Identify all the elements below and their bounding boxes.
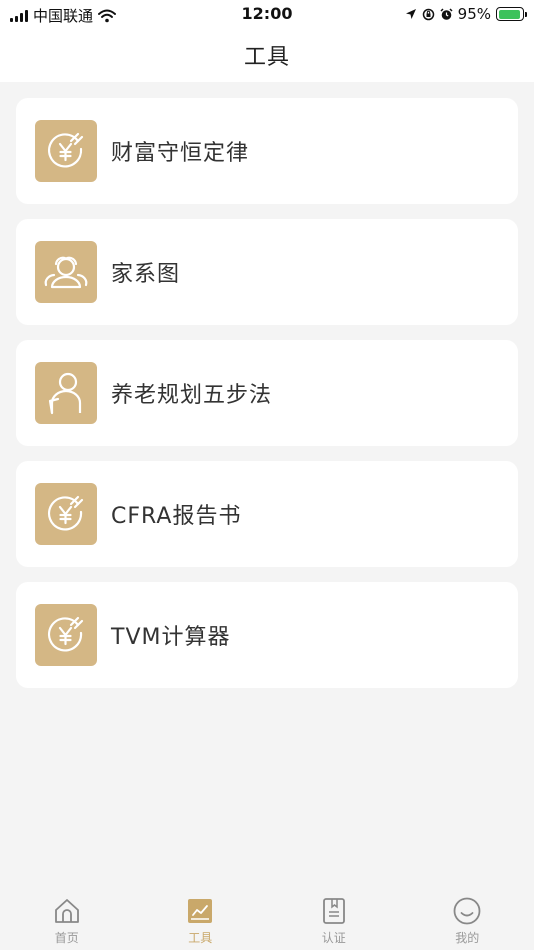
smiley-icon	[453, 897, 481, 925]
status-right: 95%	[405, 5, 527, 23]
battery-percent: 95%	[457, 5, 491, 23]
tool-list: 财富守恒定律 家系图 养老规划五步法 CFRA报告书 TVM计算器	[16, 98, 518, 703]
tab-icon-wrap	[52, 896, 82, 926]
nav-bar: 工具	[0, 28, 534, 82]
carrier-name: 中国联通	[33, 7, 94, 25]
tool-item-family-tree[interactable]: 家系图	[16, 219, 518, 325]
yen-coin-icon	[47, 616, 84, 652]
tool-icon-box	[35, 120, 97, 182]
tab-bar: 首页 工具 认证 我的	[0, 886, 534, 950]
document-icon	[322, 898, 345, 924]
status-left: 中国联通	[10, 5, 117, 26]
tool-item-tvm-calculator[interactable]: TVM计算器	[16, 582, 518, 688]
chart-icon	[188, 899, 213, 923]
home-icon	[54, 899, 79, 923]
wifi-icon	[98, 9, 117, 22]
signal-icon	[10, 9, 28, 22]
alarm-icon	[440, 7, 453, 20]
tool-icon-box	[35, 241, 97, 303]
location-arrow-icon	[405, 9, 416, 19]
elderly-person-icon	[48, 372, 82, 415]
family-icon	[44, 256, 88, 289]
orientation-lock-icon	[422, 8, 434, 20]
tool-icon-box	[35, 362, 97, 424]
page-title: 工具	[243, 45, 290, 70]
status-bar: 中国联通 12:00 95%	[0, 0, 534, 28]
tab-home[interactable]: 首页	[0, 886, 134, 950]
tab-icon-wrap	[185, 896, 215, 926]
tool-item-retirement-planning[interactable]: 养老规划五步法	[16, 340, 518, 446]
tab-label: 工具	[188, 931, 213, 945]
tools-screen: 中国联通 12:00 95% 工具 财富守恒定律 家系图 养老规划五步法 CFR…	[0, 0, 534, 950]
tool-label: CFRA报告书	[111, 504, 242, 529]
tool-label: 家系图	[111, 262, 181, 287]
tab-tools[interactable]: 工具	[134, 886, 268, 950]
yen-coin-icon	[47, 495, 84, 531]
tab-certification[interactable]: 认证	[267, 886, 401, 950]
battery-fill	[498, 9, 521, 19]
tab-label: 首页	[54, 931, 79, 945]
tool-label: 养老规划五步法	[111, 383, 273, 408]
tab-label: 我的	[455, 931, 480, 945]
tool-label: TVM计算器	[111, 625, 231, 650]
tab-icon-wrap	[452, 896, 482, 926]
battery-icon	[496, 7, 527, 21]
tool-item-wealth-conservation[interactable]: 财富守恒定律	[16, 98, 518, 204]
tool-label: 财富守恒定律	[111, 141, 250, 166]
tool-icon-box	[35, 604, 97, 666]
yen-coin-icon	[47, 132, 84, 168]
tab-label: 认证	[321, 931, 346, 945]
tab-mine[interactable]: 我的	[401, 886, 534, 950]
tool-icon-box	[35, 483, 97, 545]
tab-icon-wrap	[319, 896, 349, 926]
tool-item-cfra-report[interactable]: CFRA报告书	[16, 461, 518, 567]
